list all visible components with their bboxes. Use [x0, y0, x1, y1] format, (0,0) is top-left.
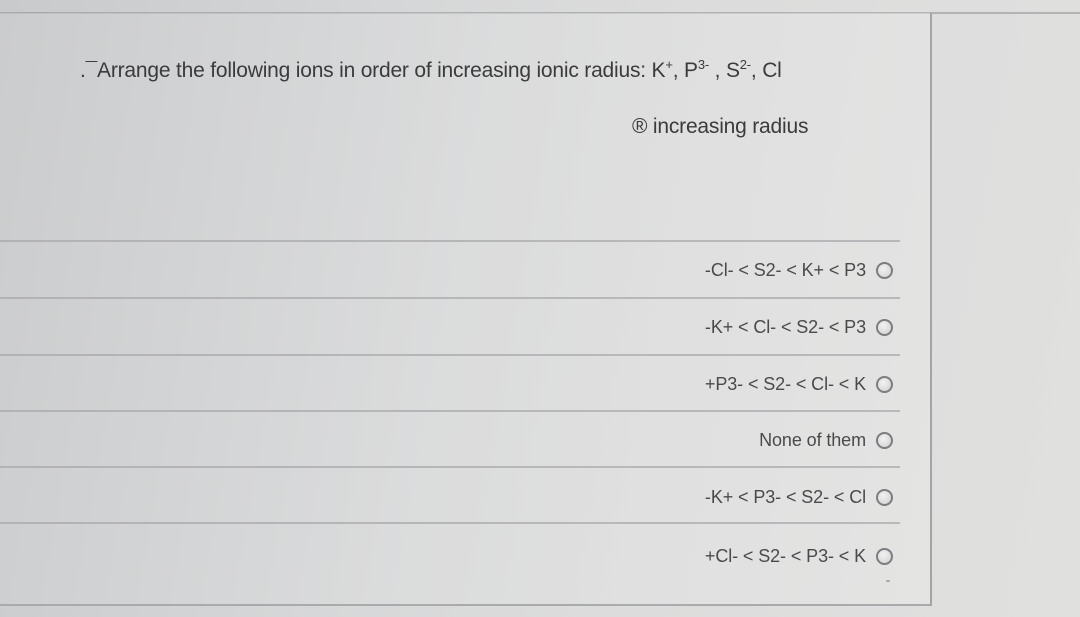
ion-p: P3- , [684, 57, 726, 82]
answer-option-2[interactable]: -K+ < Cl- < S2- < P3 [705, 314, 893, 340]
option-label: -Cl- < S2- < K+ < P3 [704, 259, 866, 280]
divider [0, 466, 900, 468]
question-text: .¯Arrange the following ions in order of… [80, 57, 782, 83]
divider [0, 240, 900, 242]
divider [0, 297, 900, 299]
radio-button-icon[interactable] [876, 488, 893, 506]
divider [0, 522, 900, 524]
answer-option-1[interactable]: -Cl- < S2- < K+ < P3 [705, 257, 893, 283]
radio-button-icon[interactable] [876, 375, 893, 393]
divider [0, 354, 900, 356]
subprompt-text: ® increasing radius [632, 115, 809, 138]
divider [0, 410, 900, 412]
radio-button-icon[interactable] [876, 261, 893, 279]
option-label: +P3- < S2- < Cl- < K [704, 373, 866, 394]
ion-s: S2-, [725, 57, 763, 82]
option-label: -K+ < Cl- < S2- < P3 [704, 316, 866, 337]
radio-button-icon[interactable] [876, 431, 893, 449]
dust-speck [886, 580, 890, 582]
radio-button-icon[interactable] [876, 547, 893, 565]
answer-option-3[interactable]: +P3- < S2- < Cl- < K [705, 371, 893, 397]
radio-button-icon[interactable] [876, 318, 893, 336]
option-label: -K+ < P3- < S2- < Cl [704, 486, 866, 507]
ion-cl: Cl [762, 59, 782, 82]
question-prefix: .¯Arrange the following ions in order of… [80, 59, 652, 82]
option-label: +Cl- < S2- < P3- < K [704, 545, 866, 566]
ion-k: K+, [651, 57, 685, 82]
answer-option-4[interactable]: None of them [759, 427, 893, 453]
option-label: None of them [759, 429, 866, 450]
answer-option-5[interactable]: -K+ < P3- < S2- < Cl [705, 484, 893, 510]
answer-option-6[interactable]: +Cl- < S2- < P3- < K [705, 543, 893, 569]
question-panel [0, 13, 932, 606]
